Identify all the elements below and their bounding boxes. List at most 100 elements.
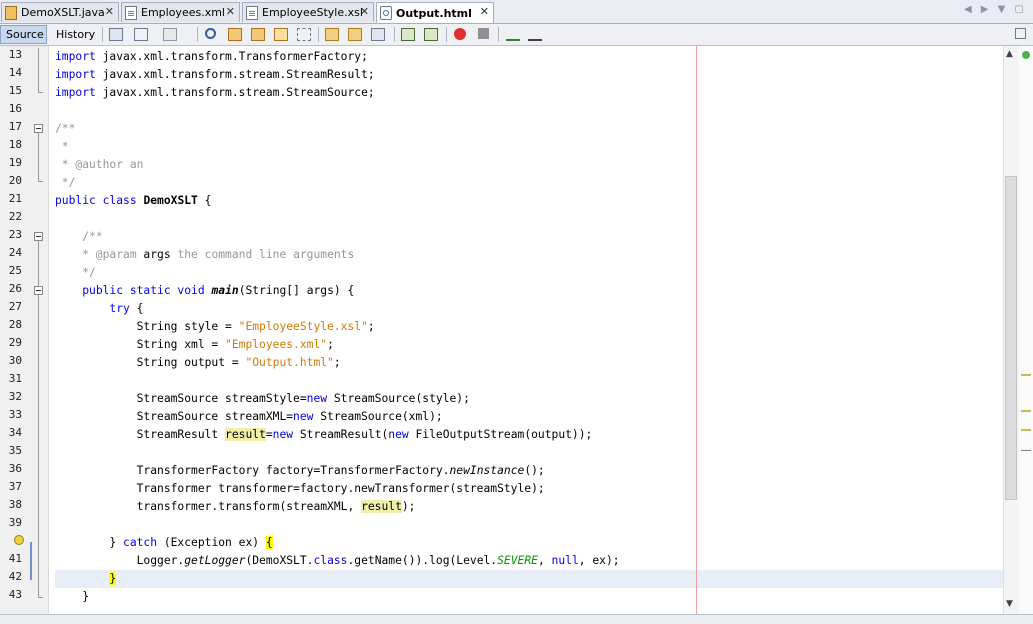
line-number: 39 bbox=[8, 516, 22, 529]
java-file-icon bbox=[5, 5, 17, 20]
line-number: 21 bbox=[8, 192, 22, 205]
code-line: StreamSource streamXML=new StreamSource(… bbox=[55, 410, 443, 423]
close-icon[interactable]: ✕ bbox=[480, 5, 489, 18]
fold-toggle-icon[interactable] bbox=[34, 124, 43, 133]
toggle-rect-selection-icon[interactable] bbox=[297, 28, 311, 41]
line-number: 30 bbox=[8, 354, 22, 367]
current-code-line: } bbox=[55, 570, 1003, 588]
code-line: } catch (Exception ex) { bbox=[55, 536, 273, 549]
xml-file-icon bbox=[125, 5, 137, 20]
tab-employeestyle-xsl[interactable]: EmployeeStyle.xsl ✕ bbox=[242, 2, 374, 22]
code-line: /** bbox=[55, 122, 76, 135]
annotation-mark[interactable] bbox=[1021, 429, 1031, 431]
line-number: 25 bbox=[8, 264, 22, 277]
close-icon[interactable]: ✕ bbox=[226, 5, 235, 18]
editor-toolbar: Source History bbox=[0, 24, 1033, 46]
line-number: 29 bbox=[8, 336, 22, 349]
code-line: TransformerFactory factory=TransformerFa… bbox=[55, 464, 545, 477]
line-number: 23 bbox=[8, 228, 22, 241]
close-icon[interactable]: ✕ bbox=[360, 5, 369, 18]
hint-lightbulb-icon[interactable] bbox=[14, 535, 24, 545]
code-line: Logger.getLogger(DemoXSLT.class.getName(… bbox=[55, 554, 620, 567]
find-previous-icon[interactable] bbox=[228, 28, 242, 41]
history-button[interactable]: History bbox=[50, 25, 98, 44]
code-line: public static void main(String[] args) { bbox=[82, 284, 355, 297]
code-line: transformer.transform(streamXML, result)… bbox=[55, 500, 416, 513]
toggle-bookmark-icon[interactable] bbox=[371, 28, 385, 41]
line-number: 35 bbox=[8, 444, 22, 457]
fold-toggle-icon[interactable] bbox=[34, 232, 43, 241]
line-number: 16 bbox=[8, 102, 22, 115]
code-editor[interactable]: import javax.xml.transform.TransformerFa… bbox=[49, 46, 1003, 614]
error-stripe[interactable] bbox=[1019, 46, 1033, 614]
code-line: * bbox=[55, 140, 69, 153]
shift-left-icon[interactable] bbox=[401, 28, 415, 41]
code-line: String output = "Output.html"; bbox=[55, 356, 341, 369]
comment-icon[interactable] bbox=[506, 28, 520, 41]
line-number: 20 bbox=[8, 174, 22, 187]
line-number: 17 bbox=[8, 120, 22, 133]
start-macro-recording-icon[interactable] bbox=[454, 28, 466, 40]
code-line: * @author an bbox=[55, 158, 144, 171]
previous-bookmark-icon[interactable] bbox=[325, 28, 339, 41]
close-icon[interactable]: ✕ bbox=[105, 5, 114, 18]
shift-right-icon[interactable] bbox=[424, 28, 438, 41]
line-number: 24 bbox=[8, 246, 22, 259]
toggle-highlight-icon[interactable] bbox=[274, 28, 288, 41]
line-number: 13 bbox=[8, 48, 22, 61]
back-icon[interactable] bbox=[134, 28, 148, 41]
editor-tab-bar: DemoXSLT.java ✕ Employees.xml ✕ Employee… bbox=[0, 0, 1033, 24]
right-margin-guide bbox=[696, 46, 697, 614]
line-number: 34 bbox=[8, 426, 22, 439]
line-number: 37 bbox=[8, 480, 22, 493]
code-line: import javax.xml.transform.TransformerFa… bbox=[55, 50, 368, 63]
code-line: public class DemoXSLT { bbox=[55, 194, 212, 207]
code-line: */ bbox=[55, 176, 76, 189]
last-edit-icon[interactable] bbox=[109, 28, 123, 41]
code-line: StreamSource streamStyle=new StreamSourc… bbox=[55, 392, 470, 405]
line-number: 14 bbox=[8, 66, 22, 79]
line-number: 19 bbox=[8, 156, 22, 169]
source-button[interactable]: Source bbox=[0, 25, 47, 44]
line-number-gutter[interactable]: 13 14 15 16 17 18 19 20 21 22 23 24 25 2… bbox=[0, 46, 49, 614]
change-marker bbox=[30, 542, 32, 580]
line-number: 42 bbox=[8, 570, 22, 583]
split-editor-icon[interactable] bbox=[1015, 28, 1026, 39]
tab-employees-xml[interactable]: Employees.xml ✕ bbox=[121, 2, 240, 22]
caret-mark bbox=[1021, 450, 1031, 451]
line-number: 43 bbox=[8, 588, 22, 601]
code-line: } bbox=[55, 590, 90, 603]
tab-output-html[interactable]: Output.html ✕ bbox=[376, 2, 494, 23]
line-number: 15 bbox=[8, 84, 22, 97]
stop-macro-recording-icon[interactable] bbox=[478, 28, 489, 39]
code-line: String style = "EmployeeStyle.xsl"; bbox=[55, 320, 375, 333]
scroll-up-icon[interactable]: ▲ bbox=[1006, 49, 1013, 59]
fold-toggle-icon[interactable] bbox=[34, 286, 43, 295]
line-number: 33 bbox=[8, 408, 22, 421]
line-number: 31 bbox=[8, 372, 22, 385]
line-number: 27 bbox=[8, 300, 22, 313]
scroll-down-icon[interactable]: ▼ bbox=[1006, 599, 1013, 609]
find-next-icon[interactable] bbox=[251, 28, 265, 41]
annotation-mark[interactable] bbox=[1021, 410, 1031, 412]
line-number: 28 bbox=[8, 318, 22, 331]
line-number: 32 bbox=[8, 390, 22, 403]
line-number: 22 bbox=[8, 210, 22, 223]
code-line: import javax.xml.transform.stream.Stream… bbox=[55, 86, 375, 99]
tab-navigation-arrows-icon[interactable]: ◀ ▶ ▼ ▢ bbox=[964, 4, 1027, 15]
forward-icon[interactable] bbox=[163, 28, 177, 41]
code-line: import javax.xml.transform.stream.Stream… bbox=[55, 68, 375, 81]
annotation-mark[interactable] bbox=[1021, 374, 1031, 376]
status-ok-icon bbox=[1022, 51, 1030, 59]
code-line: Transformer transformer=factory.newTrans… bbox=[55, 482, 545, 495]
code-line: /** bbox=[55, 230, 103, 243]
line-number: 18 bbox=[8, 138, 22, 151]
find-icon[interactable] bbox=[205, 28, 216, 39]
scrollbar-thumb[interactable] bbox=[1005, 176, 1017, 500]
code-line: String xml = "Employees.xml"; bbox=[55, 338, 334, 351]
tab-demoxslt-java[interactable]: DemoXSLT.java ✕ bbox=[1, 2, 119, 22]
xsl-file-icon bbox=[246, 5, 258, 20]
vertical-scrollbar[interactable]: ▲ ▼ bbox=[1003, 46, 1019, 614]
uncomment-icon[interactable] bbox=[528, 28, 542, 41]
next-bookmark-icon[interactable] bbox=[348, 28, 362, 41]
